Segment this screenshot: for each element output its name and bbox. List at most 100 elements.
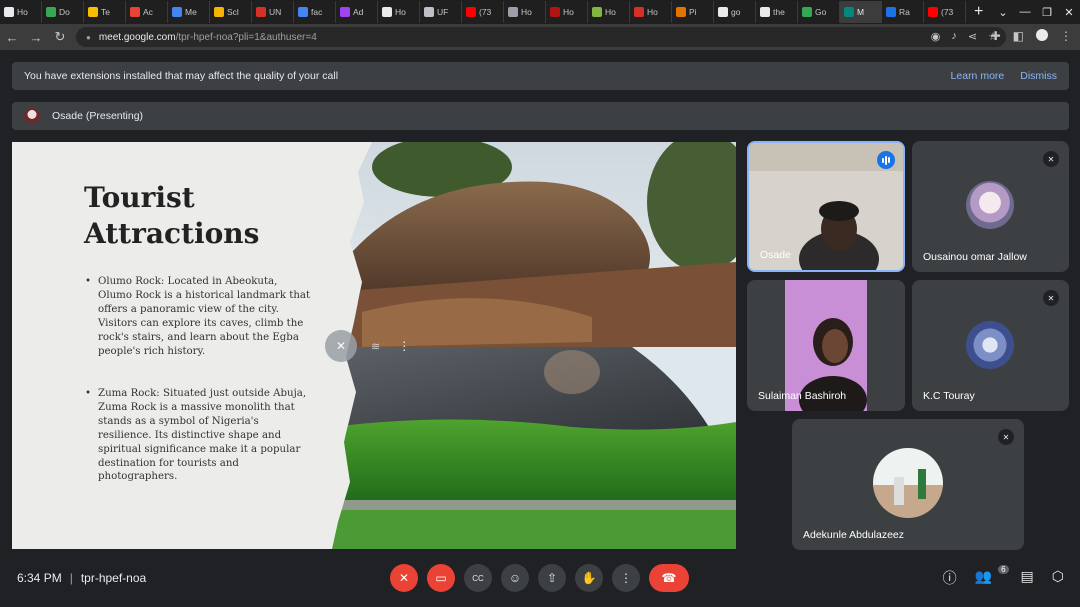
participant-tile-adekunle[interactable]: ✕ Adekunle Abdulazeez <box>792 419 1024 550</box>
microphone-icon[interactable]: ♪ <box>951 30 957 43</box>
tab-label: go <box>731 7 741 17</box>
google-lens-icon[interactable]: ◉ <box>931 30 941 43</box>
browser-tab[interactable]: Ra <box>882 1 924 23</box>
browser-tab[interactable]: UN <box>252 1 294 23</box>
participant-name: K.C Touray <box>923 390 975 402</box>
back-icon[interactable]: ← <box>0 30 24 45</box>
browser-tab[interactable]: Scl <box>210 1 252 23</box>
side-controls: ⓘ 👥 6 ▤ ⬡ <box>943 565 1064 588</box>
share-icon[interactable]: ⋖ <box>968 30 977 43</box>
minimize-icon[interactable]: — <box>1014 6 1036 18</box>
browser-tab[interactable]: Ho <box>0 1 42 23</box>
browser-tab[interactable]: fac <box>294 1 336 23</box>
reload-icon[interactable]: ↻ <box>48 29 72 45</box>
tab-label: the <box>773 7 785 17</box>
people-icon[interactable]: 👥 6 <box>975 565 1009 588</box>
bullet-zuma-rock: Zuma Rock: Situated just outside Abuja, … <box>85 387 312 484</box>
tab-label: Ho <box>605 7 616 17</box>
tab-favicon-icon <box>676 7 686 17</box>
new-tab-button[interactable]: + <box>966 3 991 21</box>
participant-name: Adekunle Abdulazeez <box>803 529 904 541</box>
presenter-avatar <box>24 108 40 124</box>
tab-favicon-icon <box>844 7 854 17</box>
avatar <box>873 448 943 518</box>
browser-tab[interactable]: Ho <box>504 1 546 23</box>
browser-tab[interactable]: (73 <box>924 1 966 23</box>
tab-favicon-icon <box>592 7 602 17</box>
tab-label: M <box>857 7 865 17</box>
tab-label: UF <box>437 7 449 17</box>
captions-button[interactable]: CC <box>464 564 492 592</box>
activities-icon[interactable]: ⬡ <box>1052 568 1064 588</box>
url-host: meet.google.com <box>98 31 176 43</box>
chat-icon[interactable]: ▤ <box>1021 568 1034 588</box>
close-window-icon[interactable]: ✕ <box>1058 6 1080 19</box>
browser-tab[interactable]: Te <box>84 1 126 23</box>
participant-tile-kc-touray[interactable]: ✕ K.C Touray <box>912 280 1069 411</box>
browser-tab[interactable]: Ho <box>630 1 672 23</box>
browser-tab[interactable]: Ac <box>126 1 168 23</box>
browser-tab[interactable]: Do <box>42 1 84 23</box>
tab-label: Scl <box>227 7 239 17</box>
people-count-badge: 6 <box>998 565 1009 574</box>
forward-icon[interactable]: → <box>24 30 48 45</box>
zuma-grass <box>332 419 736 502</box>
browser-tab[interactable]: Go <box>798 1 840 23</box>
slide-title-line-2: Attractions <box>84 217 260 250</box>
browser-tab[interactable]: the <box>756 1 798 23</box>
meeting-details-icon[interactable]: ⓘ <box>943 568 957 588</box>
extension-warning-banner: You have extensions installed that may a… <box>12 62 1069 90</box>
tab-favicon-icon <box>214 7 224 17</box>
participant-tile-osade[interactable]: Osade <box>747 141 905 272</box>
url-input[interactable]: ● meet.google.com/tpr-hpef-noa?pli=1&aut… <box>76 27 1006 47</box>
camera-off-button[interactable]: ▭ <box>427 564 455 592</box>
tab-favicon-icon <box>760 7 770 17</box>
dismiss-button[interactable]: Dismiss <box>1020 70 1057 82</box>
tab-favicon-icon <box>382 7 392 17</box>
browser-tab[interactable]: (73 <box>462 1 504 23</box>
extensions-icon[interactable]: ✚ <box>991 29 1001 43</box>
presenter-label: Osade (Presenting) <box>52 110 144 122</box>
tab-label: Ho <box>395 7 406 17</box>
tab-favicon-icon <box>508 7 518 17</box>
shared-slide: Tourist Attractions Olumo Rock: Located … <box>12 142 736 549</box>
profile-icon[interactable] <box>1036 29 1048 41</box>
tab-label: Do <box>59 7 70 17</box>
browser-tab[interactable]: UF <box>420 1 462 23</box>
leave-call-button[interactable]: ☎ <box>649 564 689 592</box>
browser-tab[interactable]: Ho <box>378 1 420 23</box>
reactions-button[interactable]: ☺ <box>501 564 529 592</box>
browser-tab[interactable]: M <box>840 1 882 23</box>
browser-menu-icon[interactable]: ⋮ <box>1060 29 1072 43</box>
speaking-indicator-icon <box>877 151 895 169</box>
browser-tab[interactable]: go <box>714 1 756 23</box>
present-screen-button[interactable]: ⇧ <box>538 564 566 592</box>
tab-favicon-icon <box>466 7 476 17</box>
tab-label: Pi <box>689 7 697 17</box>
browser-tab[interactable]: Ho <box>588 1 630 23</box>
browser-tab[interactable]: Ho <box>546 1 588 23</box>
participant-tile-ousainou[interactable]: ✕ Ousainou omar Jallow <box>912 141 1069 272</box>
tab-label: Ho <box>647 7 658 17</box>
mute-presenter-icon[interactable]: ✕ <box>325 330 357 362</box>
participant-tile-sulaiman[interactable]: Sulaiman Bashiroh <box>747 280 905 411</box>
slide-title-line-1: Tourist <box>84 181 195 214</box>
participant-name: Ousainou omar Jallow <box>923 251 1027 263</box>
microphone-off-button[interactable]: ✕ <box>390 564 418 592</box>
side-panel-icon[interactable]: ◧ <box>1013 29 1024 43</box>
tab-favicon-icon <box>256 7 266 17</box>
learn-more-link[interactable]: Learn more <box>951 70 1005 82</box>
tab-label: Ac <box>143 7 153 17</box>
url-path: /tpr-hpef-noa?pli=1&authuser=4 <box>175 31 317 43</box>
tab-search-icon[interactable]: ⌄ <box>992 6 1014 19</box>
tab-favicon-icon <box>424 7 434 17</box>
raise-hand-button[interactable]: ✋ <box>575 564 603 592</box>
more-options-icon[interactable]: ⋮ <box>398 339 410 353</box>
more-options-button[interactable]: ⋮ <box>612 564 640 592</box>
browser-tab[interactable]: Me <box>168 1 210 23</box>
browser-tab[interactable]: Pi <box>672 1 714 23</box>
bullet-olumo-rock: Olumo Rock: Located in Abeokuta, Olumo R… <box>85 275 312 358</box>
browser-tab[interactable]: Ad <box>336 1 378 23</box>
restore-icon[interactable]: ❐ <box>1036 6 1058 19</box>
tab-favicon-icon <box>4 7 14 17</box>
